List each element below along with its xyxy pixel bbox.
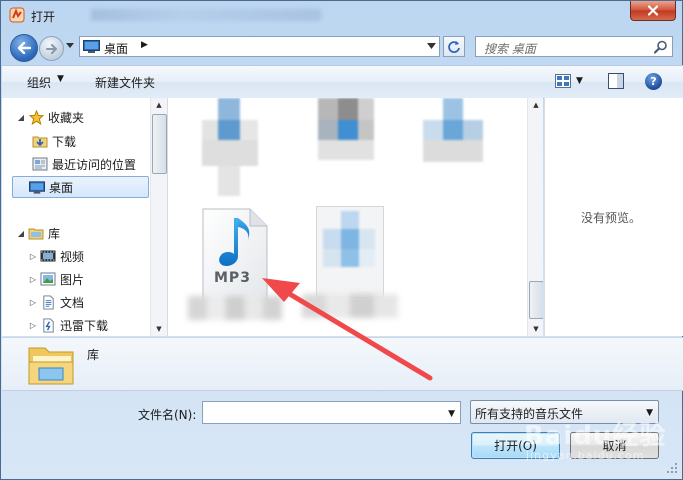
- library-icon: [28, 225, 44, 241]
- navigation-pane: ◢ 收藏夹 下载 最近访问的位置 桌面 ◢ 库 ▷ 视频 ▷ 图片 ▷ 文档 ▷…: [2, 98, 168, 336]
- change-view-icon[interactable]: [555, 74, 571, 88]
- chevron-down-icon[interactable]: ▼: [448, 409, 455, 419]
- expand-icon[interactable]: ▷: [28, 321, 38, 330]
- sidebar-item-favorites[interactable]: ◢ 收藏夹: [16, 107, 84, 127]
- history-dropdown[interactable]: [65, 40, 75, 52]
- blurred-file-name: [188, 296, 282, 320]
- sidebar-item-videos[interactable]: ▷ 视频: [28, 246, 84, 266]
- blurred-file-thumbnail[interactable]: [423, 98, 493, 198]
- collapse-icon[interactable]: ◢: [16, 229, 26, 238]
- app-icon: [9, 7, 25, 23]
- back-arrow-icon: [17, 42, 31, 54]
- blurred-file-thumbnail: [323, 211, 383, 287]
- breadcrumb-chevron-icon[interactable]: ▶: [141, 40, 148, 50]
- preview-pane-icon[interactable]: [608, 73, 624, 89]
- details-pane: 库: [2, 337, 683, 391]
- sidebar-item-recent-places[interactable]: 最近访问的位置: [30, 154, 136, 174]
- address-bar[interactable]: 桌面 ▶: [79, 36, 440, 57]
- address-dropdown-icon[interactable]: [427, 42, 436, 50]
- no-preview-text: 没有预览。: [581, 211, 642, 225]
- expand-icon[interactable]: ▷: [28, 275, 38, 284]
- download-folder-icon: [32, 133, 48, 149]
- view-dropdown-icon[interactable]: ▼: [576, 76, 583, 86]
- blurred-title-path: [91, 9, 321, 21]
- sidebar-item-label: 迅雷下载: [60, 318, 109, 333]
- music-file-icon: [202, 208, 268, 302]
- collapse-icon[interactable]: ◢: [16, 113, 26, 122]
- organize-dropdown-icon[interactable]: ▼: [57, 74, 64, 84]
- close-button[interactable]: [630, 1, 676, 21]
- video-icon: [40, 248, 56, 264]
- close-icon: [647, 5, 659, 16]
- baidu-watermark-url: jingyan.baidu.com: [526, 449, 645, 462]
- title-bar[interactable]: 打开: [1, 1, 682, 29]
- scroll-up-icon[interactable]: ▲: [528, 98, 543, 112]
- filename-label: 文件名(N):: [138, 408, 197, 422]
- expand-icon[interactable]: ▷: [28, 298, 38, 307]
- thunder-download-icon: [40, 317, 56, 333]
- sidebar-item-downloads[interactable]: 下载: [30, 131, 76, 151]
- details-item-name: 库: [87, 348, 100, 362]
- new-folder-button[interactable]: 新建文件夹: [95, 74, 155, 91]
- sidebar-item-label: 最近访问的位置: [52, 157, 137, 172]
- file-list-scrollbar[interactable]: ▲ ▼: [527, 98, 543, 336]
- sidebar-item-label: 收藏夹: [48, 110, 85, 125]
- nav-scroll-thumb[interactable]: [152, 114, 167, 174]
- scroll-down-icon[interactable]: ▼: [151, 322, 167, 336]
- recent-places-icon: [32, 156, 48, 172]
- sidebar-item-libraries[interactable]: ◢ 库: [16, 223, 60, 243]
- sidebar-item-label: 库: [48, 226, 61, 241]
- nav-scrollbar[interactable]: ▲ ▼: [150, 98, 167, 336]
- baidu-watermark: Baidu经验: [524, 421, 667, 451]
- refresh-button[interactable]: [443, 36, 465, 57]
- chevron-down-icon: [66, 43, 74, 48]
- preview-pane: 没有预览。: [544, 98, 683, 336]
- command-toolbar: 组织 ▼ 新建文件夹 ▼ ?: [2, 65, 683, 99]
- star-icon: [28, 109, 44, 125]
- sidebar-item-label: 桌面: [49, 180, 74, 195]
- sidebar-item-desktop[interactable]: 桌面: [12, 176, 149, 198]
- documents-icon: [40, 294, 56, 310]
- forward-arrow-icon: [45, 43, 57, 54]
- refresh-icon: [448, 40, 460, 53]
- expand-icon[interactable]: ▷: [28, 252, 38, 261]
- scroll-up-icon[interactable]: ▲: [151, 98, 167, 112]
- library-icon: [28, 347, 74, 385]
- blurred-file-thumbnail[interactable]: [318, 98, 384, 198]
- search-icon[interactable]: [654, 40, 668, 54]
- organize-button[interactable]: 组织: [27, 74, 51, 91]
- sidebar-item-label: 下载: [52, 134, 77, 149]
- window-title: 打开: [31, 10, 56, 24]
- search-box[interactable]: 搜索 桌面: [475, 36, 673, 57]
- desktop-icon: [29, 179, 45, 195]
- breadcrumb[interactable]: 桌面: [104, 40, 128, 57]
- sidebar-item-pictures[interactable]: ▷ 图片: [28, 269, 84, 289]
- desktop-icon: [83, 40, 100, 53]
- sidebar-item-label: 文档: [60, 295, 85, 310]
- blurred-file-name: [302, 294, 398, 318]
- back-button[interactable]: [10, 34, 38, 62]
- forward-button[interactable]: [39, 36, 64, 61]
- open-file-dialog: 打开 桌面 ▶ 搜索 桌面 组织 ▼ 新建文件夹 ▼ ? ◢ 收藏夹 下载 最近…: [0, 0, 683, 480]
- resize-grip-icon[interactable]: [665, 461, 679, 475]
- sidebar-item-label: 视频: [60, 249, 85, 264]
- mp3-file-item[interactable]: MP3: [200, 208, 270, 304]
- filename-field[interactable]: ▼: [202, 401, 461, 424]
- scroll-down-icon[interactable]: ▼: [528, 322, 543, 336]
- sidebar-item-label: 图片: [60, 272, 85, 287]
- file-type-badge: MP3: [214, 270, 251, 286]
- file-list-scroll-thumb[interactable]: [529, 281, 543, 319]
- sidebar-item-documents[interactable]: ▷ 文档: [28, 292, 84, 312]
- file-list[interactable]: MP3 ▲ ▼: [168, 98, 543, 336]
- document-file-item[interactable]: [316, 206, 384, 298]
- search-input[interactable]: 搜索 桌面: [484, 40, 536, 57]
- pictures-icon: [40, 271, 56, 287]
- sidebar-item-thunder-download[interactable]: ▷ 迅雷下载: [28, 315, 108, 335]
- blurred-file-thumbnail[interactable]: [202, 98, 268, 198]
- help-icon[interactable]: ?: [645, 73, 662, 90]
